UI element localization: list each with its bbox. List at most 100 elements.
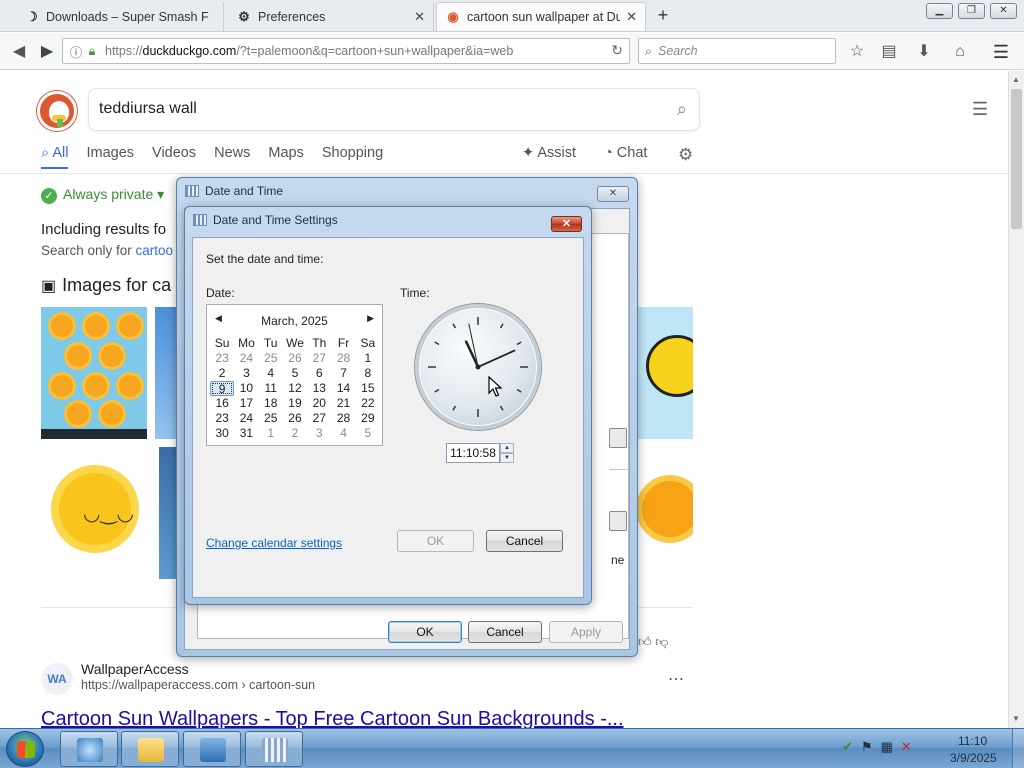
calendar-day[interactable]: 11 [259,381,283,396]
ok-button[interactable]: OK [397,530,474,552]
network-icon[interactable]: ▦ [881,739,893,755]
time-spinner[interactable]: ▲ ▼ [500,443,514,463]
calendar-day[interactable]: 3 [307,426,331,441]
calendar-day[interactable]: 7 [331,366,355,381]
duckduckgo-logo[interactable] [37,91,77,131]
change-button-partial[interactable] [609,428,627,448]
calendar-day[interactable]: 21 [331,396,355,411]
result-site-name[interactable]: WallpaperAccess [81,661,189,677]
more-options-icon[interactable]: ⋯ [668,669,684,689]
tab-downloads[interactable]: ☽ Downloads – Super Smash F [16,2,224,31]
calendar-day[interactable]: 16 [210,396,234,411]
taskbar-clock-date[interactable]: 3/9/2025 [950,751,997,765]
calendar-day[interactable]: 3 [234,366,258,381]
action-center-flag-icon[interactable]: ⚑ [861,739,873,755]
calendar-day[interactable]: 22 [356,396,380,411]
settings-gear-icon[interactable]: ⚙ [678,145,693,165]
image-thumbnail[interactable] [41,307,147,439]
browser-search-field[interactable]: ⌕ Search [638,38,836,64]
tab-preferences[interactable]: ⚙ Preferences ✕ [228,2,434,31]
calendar-day[interactable]: 12 [283,381,307,396]
thumbs-down-icon[interactable]: 👎︎ [655,634,668,649]
calendar-day[interactable]: 31 [234,426,258,441]
calendar-day[interactable]: 23 [210,351,234,366]
calendar-day[interactable]: 26 [283,411,307,426]
calendar-day[interactable]: 8 [356,366,380,381]
start-button[interactable] [6,731,44,767]
tab-shopping[interactable]: Shopping [322,145,383,169]
calendar-day[interactable]: 24 [234,411,258,426]
calendar-day-selected[interactable]: 9 [210,381,235,396]
close-icon[interactable]: ✕ [414,9,425,25]
calendar-day[interactable]: 26 [283,351,307,366]
calendar-day[interactable]: 5 [283,366,307,381]
calendar-day[interactable]: 4 [331,426,355,441]
calendar-day[interactable]: 2 [210,366,234,381]
page-scrollbar[interactable]: ▲ ▼ [1008,71,1024,728]
calendar-day[interactable]: 1 [259,426,283,441]
images-section-heading[interactable]: ▣ Images for ca [41,275,171,296]
window-close-button[interactable]: ✕ [990,3,1017,19]
result-url[interactable]: https://wallpaperaccess.com › cartoon-su… [81,678,315,692]
back-icon[interactable]: ◀ [8,41,30,63]
next-month-icon[interactable]: ▶ [367,313,374,324]
close-icon[interactable]: ✕ [626,9,637,25]
calendar-day[interactable]: 27 [307,351,331,366]
info-icon[interactable]: ⓘ [67,42,85,61]
calendar-day[interactable]: 17 [234,396,258,411]
apply-button[interactable]: Apply [549,621,623,643]
cancel-button[interactable]: Cancel [468,621,542,643]
calendar-day[interactable]: 1 [356,351,380,366]
calendar-day[interactable]: 28 [331,411,355,426]
bookmarks-menu-icon[interactable]: ▤ [878,41,900,63]
tab-all[interactable]: ⌕ All [41,145,69,169]
image-thumbnail[interactable] [155,307,177,439]
tab-maps[interactable]: Maps [268,145,303,169]
calendar-day[interactable]: 28 [331,351,355,366]
scroll-down-icon[interactable]: ▼ [1012,714,1020,723]
assist-button[interactable]: ✦ Assist [522,145,576,161]
restore-button[interactable]: ❐ [958,3,985,19]
image-thumbnail[interactable] [638,307,693,439]
calendar-day[interactable]: 29 [356,411,380,426]
close-button[interactable]: ✕ [551,216,582,232]
taskbar-clock-time[interactable]: 11:10 [958,734,987,748]
reload-icon[interactable]: ↻ [611,42,623,59]
tab-news[interactable]: News [214,145,250,169]
taskbar-pale-moon[interactable] [60,731,118,767]
calendar-day[interactable]: 23 [210,411,234,426]
calendar-day[interactable]: 30 [210,426,234,441]
hamburger-menu-icon[interactable]: ☰ [972,99,988,120]
taskbar-date-time[interactable] [245,731,303,767]
calendar-day[interactable]: 10 [234,381,258,396]
tab-duckduckgo[interactable]: ◉ cartoon sun wallpaper at Du ✕ [436,2,646,31]
change-calendar-settings-link[interactable]: Change calendar settings [206,536,342,550]
calendar-day[interactable]: 25 [259,411,283,426]
downloads-icon[interactable]: ⬇ [913,41,935,63]
taskbar-explorer[interactable] [121,731,179,767]
url-bar[interactable]: ⓘ 🔒︎ https://duckduckgo.com/?t=palemoon&… [62,38,630,64]
search-input[interactable]: teddiursa wall ⌕ [88,88,700,131]
calendar-day[interactable]: 24 [234,351,258,366]
taskbar-control-panel[interactable] [183,731,241,767]
search-only-link[interactable]: cartoo [136,243,174,258]
change-timezone-button-partial[interactable] [609,511,627,531]
calendar-month-header[interactable]: March, 2025 [207,314,382,328]
calendar-day[interactable]: 25 [259,351,283,366]
tab-videos[interactable]: Videos [152,145,196,169]
ok-button[interactable]: OK [388,621,462,643]
minimize-button[interactable]: ▁ [926,3,953,19]
calendar-day[interactable]: 2 [283,426,307,441]
security-shield-icon[interactable]: ✔ [842,739,853,755]
spin-down-icon[interactable]: ▼ [500,453,514,463]
image-thumbnail[interactable]: ◡‿◡ [41,451,151,579]
home-icon[interactable]: ⌂ [949,41,971,63]
volume-muted-icon[interactable]: ✕ [901,739,912,755]
result-title-link[interactable]: Cartoon Sun Wallpapers - Top Free Cartoo… [41,708,624,728]
scroll-up-icon[interactable]: ▲ [1012,75,1020,84]
calendar-day[interactable]: 20 [307,396,331,411]
cancel-button[interactable]: Cancel [486,530,563,552]
calendar-day[interactable]: 27 [307,411,331,426]
hamburger-menu-icon[interactable]: ☰ [990,41,1012,63]
calendar-day[interactable]: 19 [283,396,307,411]
